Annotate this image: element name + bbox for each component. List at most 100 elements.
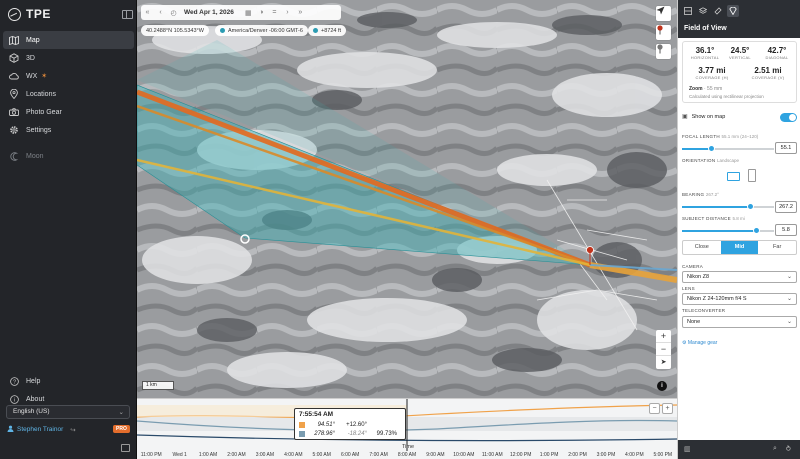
teleconverter-label: TELECONVERTER [682, 308, 726, 313]
sun-altitude: +12.60° [346, 421, 367, 428]
subject-distance-label: SUBJECT DISTANCE 5.8 mi [682, 216, 797, 221]
coverage-horizontal-value: 3.77 mi [698, 66, 726, 75]
subject-distance-hint: 5.8 mi [732, 216, 745, 221]
map-icon [9, 35, 19, 45]
timeline[interactable]: 7:55:54 AM 94.51° +12.60° 278.96° -18.24… [137, 398, 677, 459]
elevation-chip[interactable]: +8724 ft [308, 25, 347, 36]
bearing-input[interactable]: 267.2 [775, 201, 797, 213]
skip-forward-icon[interactable]: » [294, 9, 307, 16]
chevron-down-icon: ⌄ [786, 274, 792, 280]
camera-select[interactable]: Nikon Z8 ⌄ [682, 271, 797, 283]
manage-gear-link[interactable]: ⚙ Manage gear [682, 340, 717, 346]
show-on-map-label: Show on map [691, 114, 726, 120]
bearing-slider[interactable] [682, 203, 774, 210]
navigation-arrow-icon [656, 6, 665, 15]
subject-distance-slider[interactable] [682, 227, 774, 234]
current-date[interactable]: Wed Apr 1, 2026 [184, 9, 234, 16]
landscape-option[interactable] [727, 172, 740, 181]
logout-icon[interactable]: ↪ [70, 426, 75, 434]
focal-length-knob[interactable] [708, 145, 716, 152]
bearing-knob[interactable] [747, 203, 755, 210]
map-info-button[interactable]: i [657, 381, 667, 391]
tab-field-of-view-icon[interactable] [727, 5, 739, 17]
nav-item-locations[interactable]: Locations [3, 85, 134, 103]
map-view[interactable]: « ‹ ◴ Wed Apr 1, 2026 ▦ ◑ = › » 40.2488°… [137, 0, 677, 398]
compass-button[interactable]: ➤ [656, 356, 671, 369]
camera-value: Nikon Z8 [687, 274, 710, 280]
collapse-sidebar-icon[interactable] [122, 10, 133, 19]
portrait-option[interactable] [748, 169, 756, 182]
zoom-readout: Zoom · 55 mm [689, 86, 722, 92]
equals-icon[interactable]: = [268, 9, 281, 16]
share-icon[interactable]: ⥁ [786, 445, 791, 453]
timezone-chip[interactable]: America/Denver -06:00 GMT-6 [215, 25, 308, 36]
timeline-zoom-in-icon[interactable]: + [662, 403, 673, 414]
tab-layers-icon[interactable] [697, 5, 709, 17]
tab-grid-icon[interactable] [682, 5, 694, 17]
show-on-map-toggle[interactable] [780, 113, 797, 122]
help-icon: ? [9, 376, 19, 386]
coverage-vertical-value: 2.51 mi [754, 66, 782, 75]
drop-pin-button[interactable] [656, 25, 671, 40]
coordinates-chip[interactable]: 40.2488°N 105.5343°W [141, 25, 209, 36]
range-close-option[interactable]: Close [683, 241, 721, 254]
show-on-map-row: ▣ Show on map [682, 113, 797, 123]
clock-icon[interactable]: ◴ [167, 9, 180, 17]
timeline-axis-label: Time [402, 444, 415, 450]
distance-range-selector: Close Mid Far [682, 240, 797, 255]
teleconverter-value: None [687, 319, 701, 325]
timeline-tick-label: 3:00 PM [596, 452, 616, 458]
range-mid-option[interactable]: Mid [720, 241, 759, 254]
focal-length-input[interactable]: 55.1 [775, 142, 797, 154]
subject-distance-fill [682, 230, 756, 232]
panel-toggle-icon[interactable] [121, 444, 130, 452]
locate-arrow-button[interactable] [656, 6, 671, 21]
focal-length-slider[interactable] [682, 145, 774, 152]
teleconverter-select[interactable]: None ⌄ [682, 316, 797, 328]
nav-item-map[interactable]: Map [3, 31, 134, 49]
timeline-tick-label: 3:00 AM [255, 452, 275, 458]
fov-horizontal: 36.1° HORIZONTAL [687, 46, 723, 60]
language-select[interactable]: English (US) ⌄ [6, 405, 130, 419]
next-day-icon[interactable]: › [281, 9, 294, 16]
nav-item-photo-gear[interactable]: Photo Gear [3, 103, 134, 121]
zoom-out-button[interactable]: − [656, 343, 671, 356]
timezone-dot-icon [220, 28, 225, 33]
coverage-vertical-label: COVERAGE (V) [751, 75, 785, 80]
calendar-icon[interactable]: ▦ [242, 9, 255, 17]
focal-length-title: FOCAL LENGTH [682, 134, 720, 139]
bearing-label: BEARING 267.2° [682, 192, 797, 197]
user-account[interactable]: Stephen Trainor ↪ [7, 425, 76, 434]
timeline-tick-label: 5:00 PM [653, 452, 673, 458]
tab-link-icon[interactable] [712, 5, 724, 17]
zoom-in-button[interactable]: + [656, 330, 671, 343]
chevron-down-icon: ⌄ [118, 409, 124, 416]
map-canvas[interactable] [137, 0, 677, 398]
nav-item-settings[interactable]: Settings [3, 121, 134, 139]
nav-item-3d[interactable]: 3D [3, 49, 134, 67]
subject-distance-knob[interactable] [752, 227, 760, 234]
timeline-zoom-out-icon[interactable]: − [649, 403, 660, 414]
timeline-tick-label: 11:00 AM [481, 452, 503, 458]
timeline-tick-label: 9:00 AM [426, 452, 445, 458]
observer-pin[interactable] [586, 246, 594, 254]
panel-dock-icon[interactable]: ▥ [684, 445, 691, 453]
phase-icon[interactable]: ◑ [255, 9, 268, 16]
user-icon [7, 425, 14, 434]
nav-item-wx[interactable]: WX ✶ [3, 67, 134, 85]
range-far-option[interactable]: Far [758, 241, 796, 254]
fov-vertical-label: VERTICAL [729, 55, 751, 60]
prev-day-icon[interactable]: ‹ [154, 9, 167, 16]
secondary-pin-button[interactable] [656, 44, 671, 59]
camera-label: CAMERA [682, 264, 704, 269]
lens-select[interactable]: Nikon Z 24-120mm f/4 S ⌄ [682, 293, 797, 305]
chevron-down-icon: ⌄ [786, 319, 792, 325]
nav-item-help[interactable]: ? Help [3, 372, 134, 390]
tooltip-moon-row: 278.96° -18.24° 99.73% [299, 429, 401, 438]
nav-item-moon[interactable]: Moon [3, 147, 134, 165]
search-icon[interactable]: ⌕ [773, 445, 777, 453]
fov-horizontal-value: 36.1° [695, 46, 715, 55]
skip-back-icon[interactable]: « [141, 9, 154, 16]
subject-distance-input[interactable]: 5.8 [775, 224, 797, 236]
app-logo[interactable]: TPE [8, 7, 51, 21]
